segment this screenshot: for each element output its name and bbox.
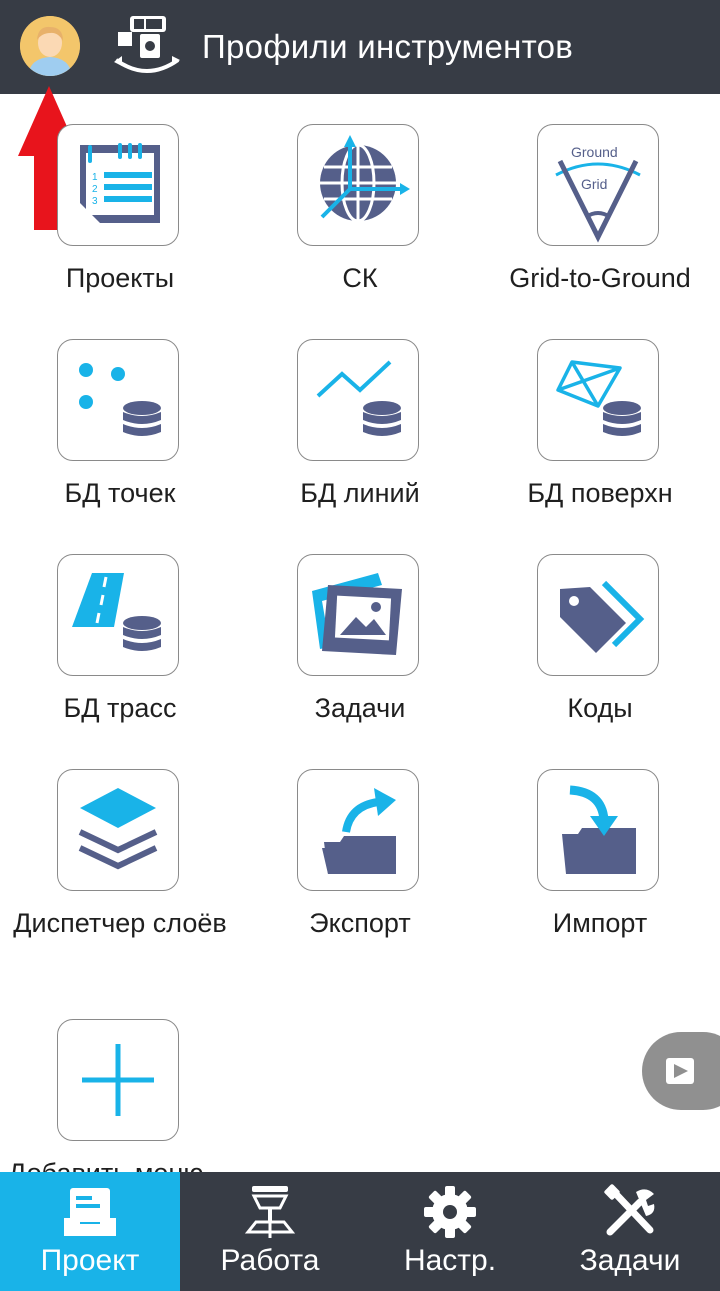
menu-item-label: Проекты bbox=[65, 263, 175, 293]
svg-text:2: 2 bbox=[92, 184, 98, 195]
menu-item-label: Коды bbox=[567, 693, 633, 723]
lines-database-icon[interactable] bbox=[297, 339, 419, 461]
menu-item-label: БД линий bbox=[300, 478, 420, 508]
surfaces-database-icon[interactable] bbox=[537, 339, 659, 461]
nav-label: Задачи bbox=[579, 1244, 681, 1277]
coordinate-system-icon[interactable] bbox=[297, 124, 419, 246]
menu-item-label: Экспорт bbox=[309, 908, 411, 938]
tools-icon bbox=[604, 1184, 655, 1236]
menu-item-label: БД трасс bbox=[63, 693, 177, 723]
menu-item-label: СК bbox=[342, 263, 378, 293]
codes-tag-icon[interactable] bbox=[537, 554, 659, 676]
menu-item-label: Grid-to-Ground bbox=[509, 263, 691, 293]
user-avatar-icon[interactable] bbox=[20, 16, 80, 76]
nav-label: Проект bbox=[40, 1244, 140, 1277]
menu-item-label: Импорт bbox=[552, 908, 648, 938]
tasks-images-icon[interactable] bbox=[297, 554, 419, 676]
layers-icon[interactable] bbox=[57, 769, 179, 891]
svg-text:1: 1 bbox=[92, 172, 98, 183]
nav-tab-settings[interactable]: Настр. bbox=[360, 1172, 540, 1291]
svg-text:Ground: Ground bbox=[571, 144, 618, 160]
menu-grid: 1 2 3 Проекты СК Ground Grid Grid-to-Gro… bbox=[0, 94, 720, 1172]
import-folder-icon[interactable] bbox=[537, 769, 659, 891]
nav-label: Настр. bbox=[403, 1244, 497, 1277]
nav-tab-tasks[interactable]: Задачи bbox=[540, 1172, 720, 1291]
project-tray-icon bbox=[64, 1188, 116, 1236]
gear-icon bbox=[424, 1186, 476, 1238]
menu-item-label: БД точек bbox=[64, 478, 176, 508]
bottom-navigation: Проект Работа Настр. Задачи bbox=[0, 1172, 720, 1291]
video-play-button[interactable] bbox=[642, 1032, 720, 1110]
points-database-icon[interactable] bbox=[57, 339, 179, 461]
export-folder-icon[interactable] bbox=[297, 769, 419, 891]
play-icon bbox=[666, 1058, 694, 1084]
grid-to-ground-icon[interactable]: Ground Grid bbox=[537, 124, 659, 246]
nav-label: Работа bbox=[220, 1244, 320, 1277]
roads-database-icon[interactable] bbox=[57, 554, 179, 676]
nav-tab-work[interactable]: Работа bbox=[180, 1172, 360, 1291]
menu-item-label: Задачи bbox=[314, 693, 406, 723]
svg-text:3: 3 bbox=[92, 196, 98, 207]
top-app-bar: Профили инструментов bbox=[0, 0, 720, 94]
projects-icon[interactable]: 1 2 3 bbox=[57, 124, 179, 246]
menu-item-label: БД поверхн bbox=[527, 478, 673, 508]
add-plus-icon[interactable] bbox=[57, 1019, 179, 1141]
gnss-receiver-icon bbox=[244, 1186, 296, 1238]
menu-item-label: Диспетчер слоёв bbox=[13, 908, 227, 938]
menu-item-label: Добавить меню bbox=[8, 1155, 248, 1172]
page-title: Профили инструментов bbox=[202, 28, 574, 65]
instrument-profile-icon[interactable] bbox=[110, 12, 184, 82]
svg-text:Grid: Grid bbox=[581, 176, 607, 192]
nav-tab-project[interactable]: Проект bbox=[0, 1172, 180, 1291]
